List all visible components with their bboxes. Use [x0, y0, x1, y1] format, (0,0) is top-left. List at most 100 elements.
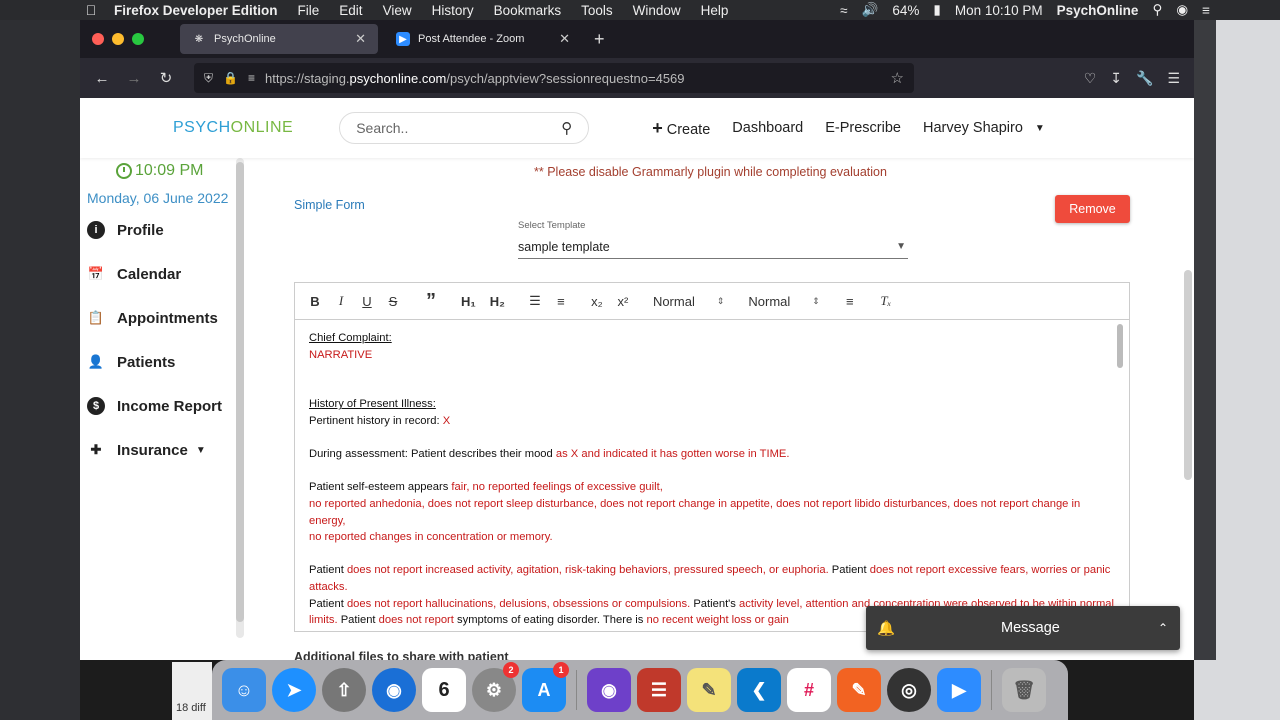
menu-user[interactable]: PsychOnline [1057, 3, 1139, 18]
zoom-app-icon[interactable]: ▶ [937, 668, 981, 712]
sidebar-item-patients[interactable]: 👤 Patients [80, 340, 240, 384]
pocket-icon[interactable]: ♡ [1084, 70, 1097, 87]
menu-clock[interactable]: Mon 10:10 PM [955, 3, 1043, 18]
disk-utility-icon[interactable]: ◎ [887, 668, 931, 712]
menu-history[interactable]: History [432, 3, 474, 18]
wifi-icon[interactable]: ≈ [840, 3, 847, 18]
database-app-icon[interactable]: ☰ [637, 668, 681, 712]
chevron-up-icon[interactable]: ⌃ [1158, 621, 1168, 635]
settings-badge: 2 [503, 662, 519, 678]
volume-icon[interactable]: 🔊 [862, 2, 879, 18]
sidebar-item-income-report[interactable]: $ Income Report [80, 384, 240, 428]
italic-button[interactable]: I [335, 293, 347, 309]
blockquote-button[interactable]: ” [425, 290, 437, 313]
psychonline-logo[interactable]: PSYCHONLINE [173, 119, 293, 137]
editor-scrollbar[interactable] [1117, 324, 1123, 368]
hamburger-menu-icon[interactable]: ☰ [1167, 70, 1180, 87]
vscode-icon[interactable]: ❮ [737, 668, 781, 712]
pen-app-icon[interactable]: ✎ [837, 668, 881, 712]
battery-icon[interactable]: ▮ [933, 2, 940, 18]
sidebar-item-insurance[interactable]: ✚ Insurance ▼ [80, 428, 240, 472]
macos-menu-bar:  Firefox Developer Edition File Edit Vi… [0, 0, 1280, 20]
firefox-developer-icon[interactable]: ◉ [372, 668, 416, 712]
nav-eprescribe[interactable]: E-Prescribe [825, 120, 901, 136]
search-input[interactable]: Search.. ⚲ [339, 112, 590, 144]
menu-view[interactable]: View [383, 3, 412, 18]
devtools-wrench-icon[interactable]: 🔧 [1136, 70, 1153, 87]
nav-dashboard[interactable]: Dashboard [732, 120, 803, 136]
permissions-icon[interactable]: ≡ [248, 71, 255, 85]
psychosis-text: does not report hallucinations, delusion… [346, 597, 691, 610]
apple-icon[interactable]:  [80, 2, 102, 18]
ordered-list-icon[interactable]: ☰ [529, 293, 541, 309]
sidebar-item-appointments[interactable]: 📋 Appointments [80, 296, 240, 340]
page-scrollbar[interactable] [1184, 270, 1192, 480]
system-preferences-icon[interactable]: ⚙ 2 [472, 662, 519, 712]
rich-text-editor[interactable]: Chief Complaint: NARRATIVE History of Pr… [294, 320, 1130, 632]
user-menu-caret-icon[interactable]: ▼ [1035, 123, 1045, 134]
minimize-window-button[interactable] [112, 33, 124, 45]
grammarly-warning: ** Please disable Grammarly plugin while… [534, 165, 887, 179]
control-center-icon[interactable]: ≡ [1202, 3, 1210, 18]
forward-icon[interactable]: → [118, 70, 150, 87]
tab-zoom[interactable]: ▶ Post Attendee - Zoom ✕ [384, 24, 582, 54]
close-tab-icon[interactable]: ✕ [355, 31, 366, 47]
siri-icon[interactable]: ◉ [1176, 2, 1188, 18]
slack-icon[interactable]: # [787, 668, 831, 712]
clear-format-icon[interactable]: Tₓ [880, 293, 892, 309]
heading2-button[interactable]: H₂ [490, 294, 505, 309]
search-icon[interactable]: ⚲ [561, 119, 572, 137]
app-store-icon[interactable]: A1 [522, 662, 569, 712]
finder-icon[interactable]: ☺ [222, 668, 266, 712]
battery-percent[interactable]: 64% [892, 3, 919, 18]
downloads-icon[interactable]: ↧ [1110, 70, 1122, 87]
template-select[interactable]: Select Template sample template ▼ [518, 220, 908, 259]
zoom-window-button[interactable] [132, 33, 144, 45]
url-bar[interactable]: ⛨ 🔒 ≡ https://staging. psychonline.com/ps… [194, 63, 914, 93]
safari-icon[interactable]: ➤ [272, 668, 316, 712]
strikethrough-button[interactable]: S [387, 294, 399, 309]
lock-icon[interactable]: 🔒 [223, 71, 238, 85]
template-select-field[interactable]: sample template ▼ [518, 235, 908, 259]
shield-icon[interactable]: ⛨ [204, 71, 213, 86]
github-desktop-icon[interactable]: ◉ [587, 668, 631, 712]
superscript-button[interactable]: x² [617, 294, 629, 309]
sidebar-scrollbar[interactable] [236, 158, 244, 638]
spotlight-icon[interactable]: ⚲ [1152, 2, 1162, 18]
align-icon[interactable]: ≡ [844, 294, 856, 309]
message-widget[interactable]: 🔔 Message ⌃ [866, 606, 1180, 650]
sidebar-item-profile[interactable]: i Profile [80, 208, 240, 252]
heading1-button[interactable]: H₁ [461, 294, 476, 309]
menu-app-name[interactable]: Firefox Developer Edition [114, 3, 278, 18]
new-tab-icon[interactable]: + [594, 29, 605, 50]
back-icon[interactable]: ← [86, 70, 118, 87]
sidebar-time: 10:09 PM [135, 162, 204, 179]
subscript-button[interactable]: x₂ [591, 294, 603, 309]
font-size-select-1[interactable]: Normal ⇕ [653, 294, 724, 309]
menu-window[interactable]: Window [633, 3, 681, 18]
bookmark-star-icon[interactable]: ☆ [891, 69, 904, 87]
menu-bookmarks[interactable]: Bookmarks [494, 3, 562, 18]
reload-icon[interactable]: ↻ [150, 69, 182, 87]
browser-window: ❋ PsychOnline ✕ ▶ Post Attendee - Zoom ✕… [80, 20, 1194, 660]
calendar-app-icon[interactable]: 6 [422, 668, 466, 712]
bold-button[interactable]: B [309, 294, 321, 309]
user-menu[interactable]: Harvey Shapiro [923, 120, 1023, 136]
sidebar-item-calendar[interactable]: 📅 Calendar [80, 252, 240, 296]
remove-button[interactable]: Remove [1055, 195, 1130, 223]
launchpad-icon[interactable]: ⇧ [322, 668, 366, 712]
bullet-list-icon[interactable]: ≡ [555, 294, 567, 309]
close-tab-icon[interactable]: ✕ [559, 31, 570, 47]
menu-tools[interactable]: Tools [581, 3, 613, 18]
eating-text: does not report [378, 614, 454, 627]
close-window-button[interactable] [92, 33, 104, 45]
menu-file[interactable]: File [298, 3, 320, 18]
menu-help[interactable]: Help [701, 3, 729, 18]
tab-psychonline[interactable]: ❋ PsychOnline ✕ [180, 24, 378, 54]
create-button[interactable]: + Create [652, 118, 710, 139]
trash-icon[interactable]: 🗑 [1002, 668, 1046, 712]
underline-button[interactable]: U [361, 294, 373, 309]
stickies-icon[interactable]: ✎ [687, 668, 731, 712]
font-size-select-2[interactable]: Normal ⇕ [748, 294, 819, 309]
menu-edit[interactable]: Edit [339, 3, 362, 18]
